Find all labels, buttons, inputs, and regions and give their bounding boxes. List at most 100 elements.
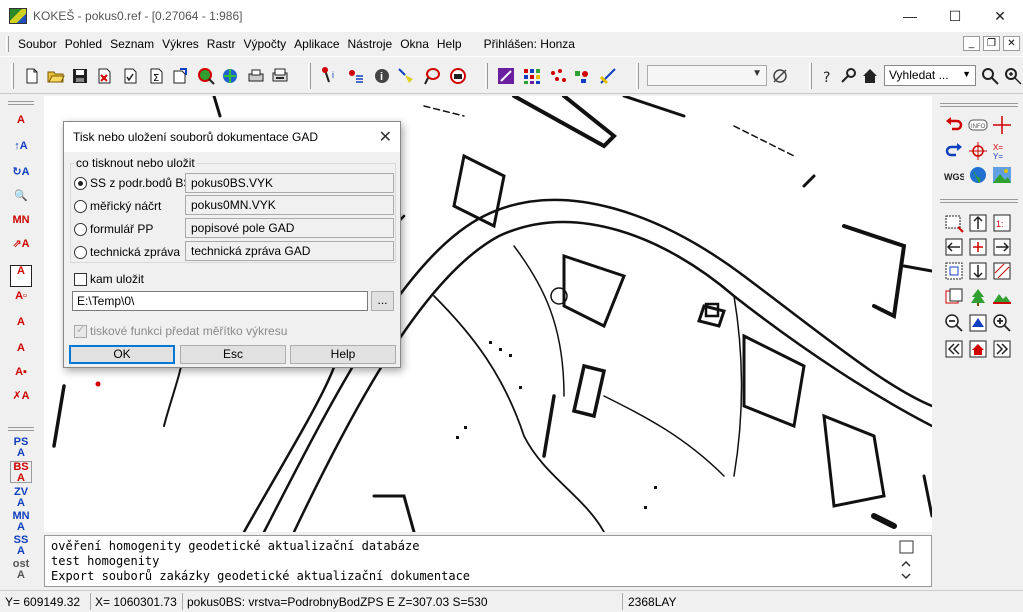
home-icon[interactable] [861,67,879,85]
layer-zv-icon[interactable]: ZV A [10,487,32,509]
mdi-minimize-button[interactable]: _ [963,36,980,51]
palette-grip[interactable] [8,101,34,105]
zoom-window-icon[interactable] [944,213,964,233]
target-grid-icon[interactable] [968,141,988,161]
filter-icon[interactable] [771,67,789,85]
text-offset-icon[interactable]: ⇗A [10,239,32,261]
text-save-icon[interactable]: A▪ [10,367,32,389]
text-delete-icon[interactable]: ✗A [10,391,32,413]
home-view-icon[interactable] [968,339,988,359]
zoom-extent-icon[interactable] [944,261,964,281]
crosshair-icon[interactable] [992,115,1012,135]
menu-help[interactable]: Help [433,37,466,51]
menu-seznam[interactable]: Seznam [106,37,158,51]
close-button[interactable]: ✕ [977,0,1023,32]
palette-grip[interactable] [940,199,1018,203]
menu-nastroje[interactable]: Nástroje [344,37,397,51]
save-location-checkbox[interactable]: kam uložit [74,270,144,288]
command-log[interactable]: ověření homogenity geodetické aktualizač… [44,535,932,587]
toolbar-grip[interactable] [11,63,14,89]
layer-ost-icon[interactable]: ost A [10,559,32,581]
first-view-icon[interactable] [944,339,964,359]
tool-icon[interactable] [839,67,857,85]
points-icon[interactable] [549,67,567,85]
help-icon[interactable]: ? [819,67,837,85]
last-view-icon[interactable] [992,339,1012,359]
layer-ps-icon[interactable]: PS A [10,437,32,459]
mdi-close-button[interactable]: ✕ [1003,36,1020,51]
wgs-icon[interactable]: WGS [944,165,964,185]
pan-left-icon[interactable] [944,237,964,257]
center-icon[interactable] [968,237,988,257]
pan-right-icon[interactable] [992,237,1012,257]
menu-pohled[interactable]: Pohled [61,37,106,51]
menu-soubor[interactable]: Soubor [14,37,61,51]
help-button[interactable]: Help [290,345,396,364]
zoom-in-icon[interactable] [1004,67,1022,85]
browse-button[interactable]: ... [371,291,394,311]
toolbar-grip[interactable] [485,63,488,89]
esc-button[interactable]: Esc [180,345,286,364]
maximize-button[interactable]: ☐ [932,0,978,32]
sum-icon[interactable]: Σ [147,67,165,85]
palette-grip[interactable] [940,103,1018,107]
palette-grip[interactable] [8,427,34,431]
save-icon[interactable] [71,67,89,85]
new-file-icon[interactable] [23,67,41,85]
info-label-icon[interactable]: INFO [968,115,988,135]
menu-grip[interactable] [6,36,9,52]
option-technicka-zprava[interactable]: technická zpráva [74,243,180,261]
option-ss-bs[interactable]: SS z podr.bodů BS [74,174,191,192]
radio-button[interactable] [74,199,87,213]
measure-icon[interactable] [497,67,515,85]
menu-rastr[interactable]: Rastr [203,37,240,51]
text-mn-icon[interactable]: MN [10,215,32,237]
print-preview-icon[interactable] [271,67,289,85]
minimize-button[interactable]: — [887,0,933,32]
point-select-icon[interactable] [573,67,591,85]
layer-info-icon[interactable] [449,67,467,85]
redo-icon[interactable] [944,141,964,161]
highlight-icon[interactable] [397,67,415,85]
option-formular-pp[interactable]: formulář PP [74,220,153,238]
toolbar-grip[interactable] [636,63,639,89]
radio-button[interactable] [74,176,87,190]
dialog-title-bar[interactable]: Tisk nebo uložení souborů dokumentace GA… [64,122,400,152]
globe-icon[interactable] [968,165,988,185]
search-input[interactable]: Vyhledat ... ▼ [884,65,976,86]
text-find-icon[interactable]: 🔍 [10,191,32,213]
zoom-globe-icon[interactable] [197,67,215,85]
hatch-icon[interactable] [992,261,1012,281]
layers-icon[interactable] [944,287,964,307]
menu-okna[interactable]: Okna [396,37,433,51]
layer-combo[interactable]: ▼ [647,65,767,86]
text-rotate-icon[interactable]: ↻A [10,167,32,189]
toolbar-grip[interactable] [809,63,812,89]
zoom-plus-icon[interactable] [992,313,1012,333]
radio-button[interactable] [74,245,87,259]
export-icon[interactable] [171,67,189,85]
layer-bs-icon[interactable]: BS A [10,461,32,484]
text-move-icon[interactable]: ↑A [10,141,32,163]
info-icon[interactable]: i [373,67,391,85]
text-dok-icon[interactable]: A [10,343,32,365]
lasso-icon[interactable] [423,67,441,85]
checkbox[interactable] [74,272,87,286]
undo-icon[interactable] [944,115,964,135]
scale-1-icon[interactable]: 1: [992,213,1012,233]
zoom-up-icon[interactable] [968,313,988,333]
menu-aplikace[interactable]: Aplikace [290,37,343,51]
mdi-restore-button[interactable]: ❐ [983,36,1000,51]
text-3vf-icon[interactable]: A [10,317,32,339]
ok-button[interactable]: OK [69,345,175,364]
zoom-out-icon[interactable] [944,313,964,333]
document-red-icon[interactable] [95,67,113,85]
menu-vykres[interactable]: Výkres [158,37,203,51]
globe-grid-icon[interactable] [221,67,239,85]
pan-down-icon[interactable] [968,261,988,281]
log-scrollbar[interactable] [896,538,930,586]
color-grid-icon[interactable] [523,67,541,85]
toolbar-grip[interactable] [308,63,311,89]
point-info-icon[interactable]: i [321,67,339,85]
terrain-icon[interactable] [992,287,1012,307]
